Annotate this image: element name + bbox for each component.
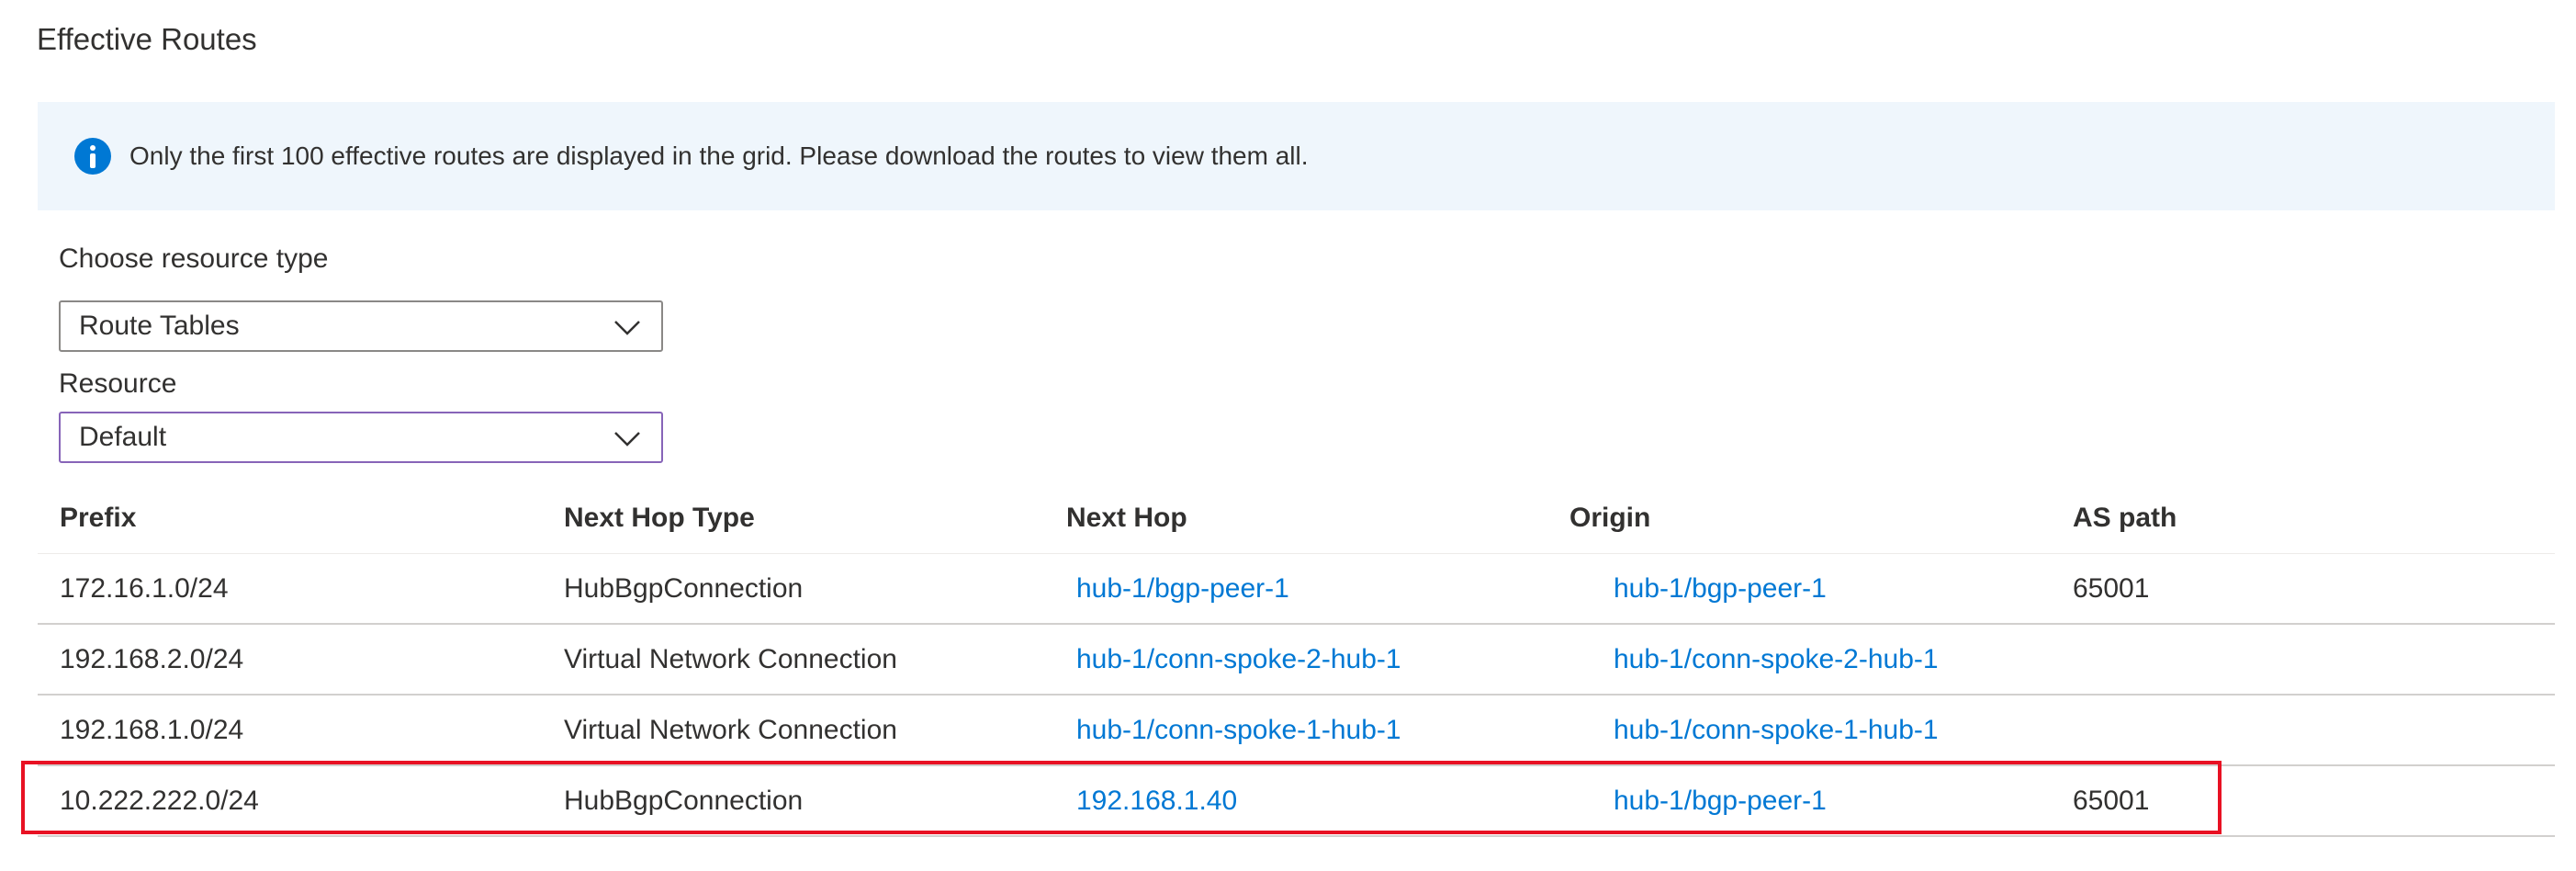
next-hop-type-cell: HubBgpConnection (564, 572, 804, 604)
resource-type-value: Route Tables (79, 311, 240, 341)
resource-type-label: Choose resource type (59, 243, 329, 274)
next-hop-type-cell: Virtual Network Connection (564, 643, 897, 674)
origin-link[interactable]: hub-1/conn-spoke-1-hub-1 (1614, 715, 1939, 746)
info-banner: Only the first 100 effective routes are … (38, 102, 2555, 210)
chevron-down-icon (614, 432, 640, 447)
column-header-prefix[interactable]: Prefix (60, 503, 136, 534)
column-header-next-hop-type[interactable]: Next Hop Type (564, 503, 755, 534)
next-hop-link[interactable]: hub-1/conn-spoke-1-hub-1 (1076, 715, 1401, 746)
next-hop-link[interactable]: 192.168.1.40 (1076, 786, 1237, 817)
resource-dropdown[interactable]: Default (59, 412, 663, 463)
origin-link[interactable]: hub-1/conn-spoke-2-hub-1 (1614, 644, 1939, 675)
resource-value: Default (79, 422, 167, 452)
origin-link[interactable]: hub-1/bgp-peer-1 (1614, 786, 1827, 817)
resource-label: Resource (59, 368, 177, 399)
as-path-cell: 65001 (2073, 785, 2150, 816)
column-header-as-path[interactable]: AS path (2073, 503, 2177, 534)
resource-type-dropdown[interactable]: Route Tables (59, 300, 663, 352)
column-header-origin[interactable]: Origin (1569, 503, 1650, 534)
table-row: 192.168.2.0/24 Virtual Network Connectio… (38, 625, 2555, 696)
effective-routes-table: Prefix Next Hop Type Next Hop Origin AS … (38, 482, 2555, 837)
next-hop-link[interactable]: hub-1/bgp-peer-1 (1076, 573, 1289, 605)
page-title: Effective Routes (37, 22, 257, 56)
info-icon (74, 138, 111, 175)
prefix-cell: 10.222.222.0/24 (60, 785, 259, 816)
as-path-cell: 65001 (2073, 572, 2150, 604)
table-row: 10.222.222.0/24 HubBgpConnection 192.168… (38, 766, 2555, 837)
chevron-down-icon (614, 321, 640, 335)
next-hop-link[interactable]: hub-1/conn-spoke-2-hub-1 (1076, 644, 1401, 675)
table-header: Prefix Next Hop Type Next Hop Origin AS … (38, 482, 2555, 554)
table-row: 192.168.1.0/24 Virtual Network Connectio… (38, 696, 2555, 766)
prefix-cell: 192.168.1.0/24 (60, 714, 244, 745)
info-banner-text: Only the first 100 effective routes are … (129, 141, 1309, 170)
prefix-cell: 172.16.1.0/24 (60, 572, 229, 604)
origin-link[interactable]: hub-1/bgp-peer-1 (1614, 573, 1827, 605)
next-hop-type-cell: HubBgpConnection (564, 785, 804, 816)
next-hop-type-cell: Virtual Network Connection (564, 714, 897, 745)
column-header-next-hop[interactable]: Next Hop (1066, 503, 1187, 534)
table-row: 172.16.1.0/24 HubBgpConnection hub-1/bgp… (38, 554, 2555, 625)
prefix-cell: 192.168.2.0/24 (60, 643, 244, 674)
